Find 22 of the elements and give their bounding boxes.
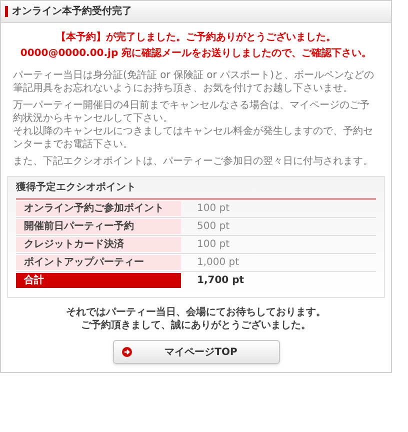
page-title: オンライン本予約受付完了 — [12, 4, 132, 19]
arrow-circle-icon — [122, 347, 132, 357]
points-value: 500 pt — [197, 220, 230, 234]
notice-text: 0000@0000.00.jp 宛に確認メールをお送りしましたので、ご確認下さい。 — [19, 47, 373, 61]
mypage-button[interactable]: マイページTOP — [112, 340, 280, 364]
points-label: オンライン予約ご参加ポイント — [16, 201, 181, 216]
info-text: それ以降のキャンセルにつきましてはキャンセル料金が発生しますので、予約センターまでお電話下さい。 — [13, 125, 374, 151]
points-value: 1,700 pt — [197, 274, 244, 288]
notice-text: 【本予約】が完了しました。ご予約ありがとうございました。 — [55, 31, 337, 45]
points-label: 開催前日パーティー予約 — [16, 219, 181, 234]
closing-text: それではパーティー当日、会場にてお待ちしております。 — [66, 306, 326, 319]
points-value: 100 pt — [197, 202, 230, 216]
points-value: 100 pt — [197, 238, 230, 252]
header-marker — [5, 6, 8, 17]
info-text: 万一パーティー開催日の4日前までキャンセルなさる場合は、マイページのご予約状況からキャンセルして下さい。 — [13, 99, 370, 125]
points-label: ポイントアップパーティー — [16, 255, 181, 270]
points-label: クレジットカード決済 — [16, 237, 181, 252]
points-label: 合計 — [16, 273, 181, 288]
info-text: また、下記エクシオポイントは、パーティーご参加日の翌々日に付与されます。 — [13, 155, 374, 168]
closing-text: ご予約頂きまして、誠にありがとうございました。 — [81, 319, 311, 332]
info-text: パーティー当日は身分証(免許証 or 保険証 or パスポート)と、ボールペンなどの筆記用具をお忘れないようにお持ち頂き、お気を付けてお越し下さいませ。 — [13, 69, 375, 95]
points-value: 1,000 pt — [197, 256, 240, 270]
